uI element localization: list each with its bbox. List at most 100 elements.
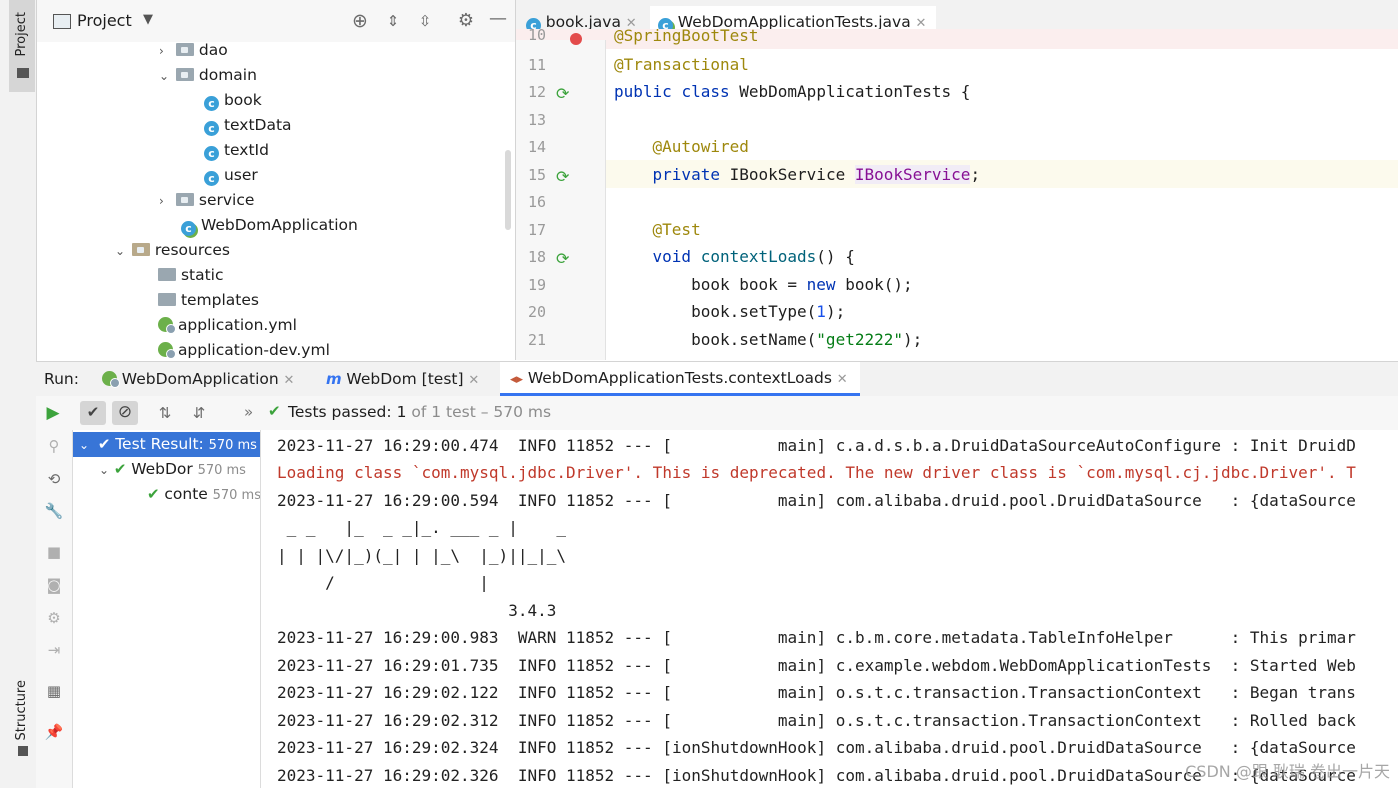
line-number: 19: [527, 276, 546, 294]
line-number: 15: [527, 166, 546, 184]
tree-item-label: static: [180, 266, 224, 284]
line-number: 11: [527, 56, 546, 74]
pin-icon[interactable]: 📌: [43, 721, 65, 743]
tree-item-label: resources: [154, 241, 230, 259]
layout-icon[interactable]: ▦: [43, 680, 65, 702]
rerun-icon[interactable]: ▶: [42, 402, 64, 424]
tree-item-static[interactable]: static: [158, 263, 224, 288]
code-line[interactable]: book.setType(1);: [614, 302, 845, 321]
field-name: IBookService: [854, 165, 971, 184]
code-line[interactable]: @SpringBootTest: [614, 26, 759, 45]
tree-item-domain[interactable]: ⌄ domain: [159, 63, 257, 88]
run-toolbar: ▶ ✔ ⊘ ⇅ ⇵ » ✔ Tests passed: 1 of 1 test …: [36, 396, 1398, 431]
expand-all-icon[interactable]: ⇕: [382, 10, 404, 32]
tree-item-application-yml[interactable]: application.yml: [158, 313, 297, 338]
tree-item-textid[interactable]: c textId: [204, 138, 269, 163]
close-icon[interactable]: ✕: [837, 372, 848, 387]
more-icon[interactable]: »: [244, 403, 253, 421]
minimize-icon[interactable]: —: [487, 8, 509, 30]
gear-icon[interactable]: ⚙: [455, 10, 477, 32]
project-title[interactable]: Project: [77, 11, 132, 30]
run-test-icon[interactable]: ⟳: [556, 249, 569, 268]
stop-icon[interactable]: ■: [43, 541, 65, 563]
test-time: 570 ms: [208, 438, 257, 453]
wrench-icon[interactable]: 🔧: [43, 500, 65, 522]
chevron-down-icon[interactable]: ⌄: [159, 64, 171, 89]
chevron-down-icon[interactable]: ⌄: [79, 438, 89, 452]
chevron-down-icon[interactable]: ⌄: [115, 239, 127, 264]
tree-item-dao[interactable]: › dao: [159, 38, 228, 63]
structure-tool-tab[interactable]: Structure: [9, 680, 35, 760]
chevron-down-icon[interactable]: ▼: [143, 12, 153, 27]
check-icon: ✔: [113, 460, 127, 478]
folder-icon: [17, 68, 29, 78]
tree-item-resources[interactable]: ⌄ resources: [115, 238, 230, 263]
show-passed-icon[interactable]: ✔: [80, 401, 106, 425]
code-line[interactable]: book.setName("get2222");: [614, 330, 922, 349]
run-tab-contextloads[interactable]: ◂▸ WebDomApplicationTests.contextLoads ✕: [500, 362, 860, 396]
code-line[interactable]: void contextLoads() {: [614, 247, 855, 266]
run-test-icon[interactable]: ⟳: [556, 167, 569, 186]
folder-icon: [158, 268, 176, 281]
tree-item-user[interactable]: c user: [204, 163, 258, 188]
close-icon[interactable]: ✕: [283, 373, 294, 388]
run-tab-webdom-test[interactable]: m WebDom [test] ✕: [326, 370, 479, 388]
console-line: _ _ |_ _ _|_. ___ _ | _: [277, 518, 576, 537]
show-ignored-icon[interactable]: ⊘: [112, 401, 138, 425]
project-tool-tab[interactable]: Project: [9, 0, 35, 92]
collapse-all-icon[interactable]: ⇳: [414, 10, 436, 32]
tree-item-label: dao: [198, 41, 228, 59]
console-line: 2023-11-27 16:29:00.474 INFO 11852 --- […: [277, 436, 1356, 455]
project-tool-label: Project: [14, 12, 29, 57]
code-line[interactable]: public class WebDomApplicationTests {: [614, 82, 970, 101]
run-tab-webdomapplication[interactable]: WebDomApplication ✕: [102, 370, 294, 388]
run-tab-label: WebDomApplicationTests.contextLoads: [527, 369, 832, 387]
rerun-failed-icon[interactable]: ⟲: [43, 468, 65, 490]
code-line[interactable]: @Transactional: [614, 55, 749, 74]
exit-icon[interactable]: ⇥: [43, 639, 65, 661]
code-line[interactable]: @Autowired: [614, 137, 749, 156]
project-header: Project ▼ ⊕ ⇕ ⇳ ⚙ —: [37, 0, 515, 42]
tree-item-textdata[interactable]: c textData: [204, 113, 292, 138]
locate-icon[interactable]: ⊕: [349, 10, 371, 32]
debug-icon[interactable]: ⚲: [43, 435, 65, 457]
tree-item-book[interactable]: c book: [204, 88, 262, 113]
code-line[interactable]: private IBookService IBookService;: [614, 165, 980, 184]
camera-icon[interactable]: ◙: [43, 574, 65, 596]
tree-item-service[interactable]: › service: [159, 188, 254, 213]
breakpoint-icon[interactable]: [570, 33, 582, 45]
test-class-node[interactable]: ⌄ ✔ WebDor 570 ms: [99, 457, 246, 482]
number-literal: 1: [816, 302, 826, 321]
run-side-toolbar: ⚲ ⟲ 🔧 ■ ◙ ⚙ ⇥ ▦ 📌: [36, 430, 73, 788]
thread-dump-icon[interactable]: ⚙: [43, 607, 65, 629]
sort-by-duration-icon[interactable]: ⇵: [188, 402, 210, 424]
status-prefix: Tests passed:: [288, 403, 392, 421]
sort-alphabetically-icon[interactable]: ⇅: [154, 402, 176, 424]
test-results-tree: ⌄ ✔ Test Result: 570 ms ⌄ ✔ WebDor 570 m…: [73, 430, 261, 788]
console-output[interactable]: 2023-11-27 16:29:00.474 INFO 11852 --- […: [261, 430, 1398, 788]
tree-item-webdomapplication[interactable]: c WebDomApplication: [181, 213, 358, 238]
close-icon[interactable]: ✕: [468, 373, 479, 388]
spring-run-icon: [102, 371, 120, 388]
run-test-icon[interactable]: ⟳: [556, 84, 569, 103]
tree-item-application-dev-yml[interactable]: application-dev.yml: [158, 338, 330, 360]
package-icon: [175, 68, 194, 81]
line-number: 13: [527, 111, 546, 129]
console-line: 2023-11-27 16:29:00.594 INFO 11852 --- […: [277, 491, 1356, 510]
test-result-root[interactable]: ⌄ ✔ Test Result: 570 ms: [73, 432, 260, 457]
tree-item-label: textId: [223, 141, 269, 159]
code-line[interactable]: book book = new book();: [614, 275, 913, 294]
console-line: 2023-11-27 16:29:01.735 INFO 11852 --- […: [277, 656, 1356, 675]
test-method-node[interactable]: ✔ conte 570 ms: [147, 482, 260, 507]
chevron-right-icon[interactable]: ›: [159, 39, 171, 64]
tree-item-templates[interactable]: templates: [158, 288, 259, 313]
code-line[interactable]: @Test: [614, 220, 701, 239]
project-scrollbar[interactable]: [505, 150, 511, 230]
package-icon: [175, 43, 194, 56]
console-line: 2023-11-27 16:29:02.312 INFO 11852 --- […: [277, 711, 1356, 730]
tree-item-label: WebDomApplication: [200, 216, 358, 234]
keyword: void: [652, 247, 692, 266]
resources-folder-icon: [131, 243, 150, 256]
chevron-down-icon[interactable]: ⌄: [99, 463, 109, 477]
chevron-right-icon[interactable]: ›: [159, 189, 171, 214]
